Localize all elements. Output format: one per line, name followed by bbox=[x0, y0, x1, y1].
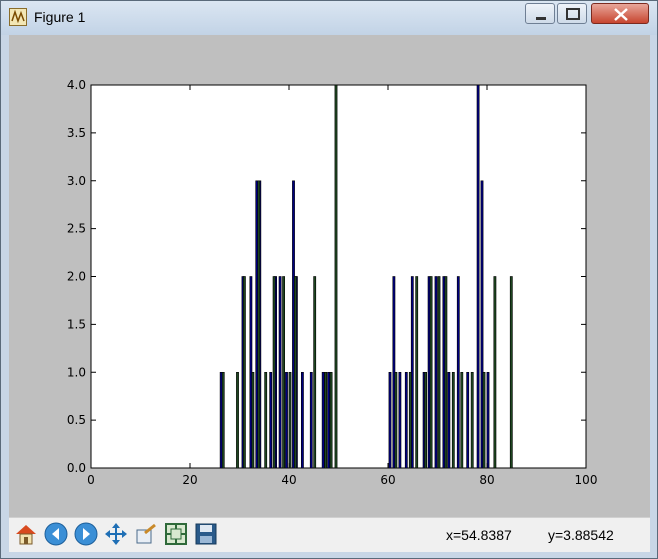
x-coordinate-readout: x=54.8387 bbox=[446, 527, 512, 543]
x-tick-label-0: 0 bbox=[87, 473, 95, 487]
y-tick-label-7: 3.5 bbox=[67, 126, 86, 140]
bar-series1-26 bbox=[466, 371, 470, 469]
y-coordinate-readout: y=3.88542 bbox=[548, 527, 614, 543]
x-tick-label-3: 60 bbox=[380, 473, 395, 487]
x-tick-label-2: 40 bbox=[281, 473, 296, 487]
bar-series2-17 bbox=[424, 371, 428, 469]
back-button[interactable] bbox=[43, 521, 69, 547]
y-tick-label-6: 3.0 bbox=[67, 174, 86, 188]
bar-series2-0 bbox=[221, 371, 225, 469]
forward-button[interactable] bbox=[73, 521, 99, 547]
bar-series2-15 bbox=[408, 371, 412, 469]
y-tick-label-0: 0.0 bbox=[67, 461, 86, 475]
x-tick-label-1: 20 bbox=[182, 473, 197, 487]
bar-series1-25 bbox=[456, 276, 460, 469]
bar-series2-14 bbox=[394, 371, 398, 469]
subplot-config-button[interactable] bbox=[163, 521, 189, 547]
back-arrow-icon bbox=[44, 522, 68, 546]
bar-series2-23 bbox=[470, 371, 474, 469]
y-tick-label-4: 2.0 bbox=[67, 270, 86, 284]
bar-series2-7 bbox=[282, 276, 286, 469]
histogram-plot: 0 20 40 60 80 100 0.0 0.5 1.0 1.5 2.0 2.5 3.0 3.5 4.0 bbox=[67, 78, 598, 487]
bar-series1-13 bbox=[321, 371, 325, 469]
maximize-icon bbox=[566, 8, 580, 20]
x-tick-label-4: 80 bbox=[479, 473, 494, 487]
bar-series2-11 bbox=[324, 371, 328, 469]
home-button[interactable] bbox=[13, 521, 39, 547]
bar-series1-14 bbox=[327, 371, 331, 469]
bar-series1-18 bbox=[404, 371, 408, 469]
x-tick-label-5: 100 bbox=[575, 473, 598, 487]
close-icon bbox=[614, 8, 628, 21]
title-bar[interactable]: Figure 1 bbox=[1, 1, 657, 35]
y-tick-label-1: 0.5 bbox=[67, 413, 86, 427]
maximize-button[interactable] bbox=[557, 3, 587, 24]
bar-series2-20 bbox=[444, 276, 448, 469]
window-title: Figure 1 bbox=[34, 9, 86, 25]
bar-series2-19 bbox=[437, 276, 441, 469]
pan-move-icon bbox=[105, 523, 127, 545]
zoom-button[interactable] bbox=[133, 521, 159, 547]
zoom-rect-icon bbox=[136, 523, 156, 544]
y-tick-label-2: 1.0 bbox=[67, 365, 86, 379]
bar-series1-29 bbox=[486, 371, 490, 469]
bar-series1-17 bbox=[398, 371, 402, 469]
bar-series2-2 bbox=[243, 276, 246, 469]
figure-window: Figure 1 0 20 40 60 80 100 0.0 0.5 1.0 1.5 2.0 2.5 3… bbox=[0, 0, 658, 559]
bar-series1-7 bbox=[278, 276, 282, 469]
minimize-icon bbox=[536, 17, 546, 20]
bar-series2-9 bbox=[293, 276, 297, 469]
y-tick-label-8: 4.0 bbox=[67, 78, 86, 92]
subplot-config-icon bbox=[165, 523, 187, 545]
bar-series1-5 bbox=[269, 371, 273, 469]
bar-series2-25 bbox=[493, 276, 497, 469]
navigation-toolbar: x=54.8387 y=3.88542 bbox=[9, 517, 650, 552]
pan-button[interactable] bbox=[103, 521, 129, 547]
bar-series2-12 bbox=[329, 371, 333, 469]
forward-arrow-icon bbox=[74, 522, 98, 546]
y-tick-label-3: 1.5 bbox=[67, 317, 86, 331]
bar-series1-24 bbox=[447, 371, 451, 469]
bar-series2-8 bbox=[288, 371, 292, 469]
bar-series2-10 bbox=[313, 276, 317, 469]
bar-series1-22 bbox=[434, 276, 438, 469]
bar-series1-8 bbox=[285, 371, 288, 469]
bar-series2-21 bbox=[451, 371, 455, 469]
bar-series2-22 bbox=[460, 371, 464, 469]
bar-series2-24 bbox=[482, 371, 486, 469]
bar-series2-5 bbox=[264, 371, 268, 469]
bar-series2-16 bbox=[415, 276, 419, 469]
save-button[interactable] bbox=[193, 521, 219, 547]
bar-series1-12 bbox=[309, 371, 313, 469]
save-floppy-icon bbox=[195, 523, 217, 545]
close-button[interactable] bbox=[591, 3, 649, 24]
bar-series2-6 bbox=[272, 276, 276, 469]
minimize-button[interactable] bbox=[525, 3, 555, 24]
figure-canvas[interactable]: 0 20 40 60 80 100 0.0 0.5 1.0 1.5 2.0 2.5 3.0 3.5 4.0 bbox=[9, 35, 650, 517]
bar-series2-3 bbox=[251, 371, 255, 469]
bar-series2-18 bbox=[429, 276, 433, 469]
bar-series1-27 bbox=[476, 84, 480, 469]
bar-series1-15 bbox=[388, 371, 392, 469]
bar-series2-13 bbox=[334, 84, 338, 469]
bar-series2-4 bbox=[257, 180, 261, 469]
bar-series1-11 bbox=[300, 371, 304, 469]
bar-series2-26 bbox=[509, 276, 513, 469]
home-icon bbox=[16, 525, 36, 545]
y-tick-label-5: 2.5 bbox=[67, 222, 86, 236]
matplotlib-app-icon bbox=[9, 8, 27, 26]
bar-series2-1 bbox=[236, 371, 239, 469]
